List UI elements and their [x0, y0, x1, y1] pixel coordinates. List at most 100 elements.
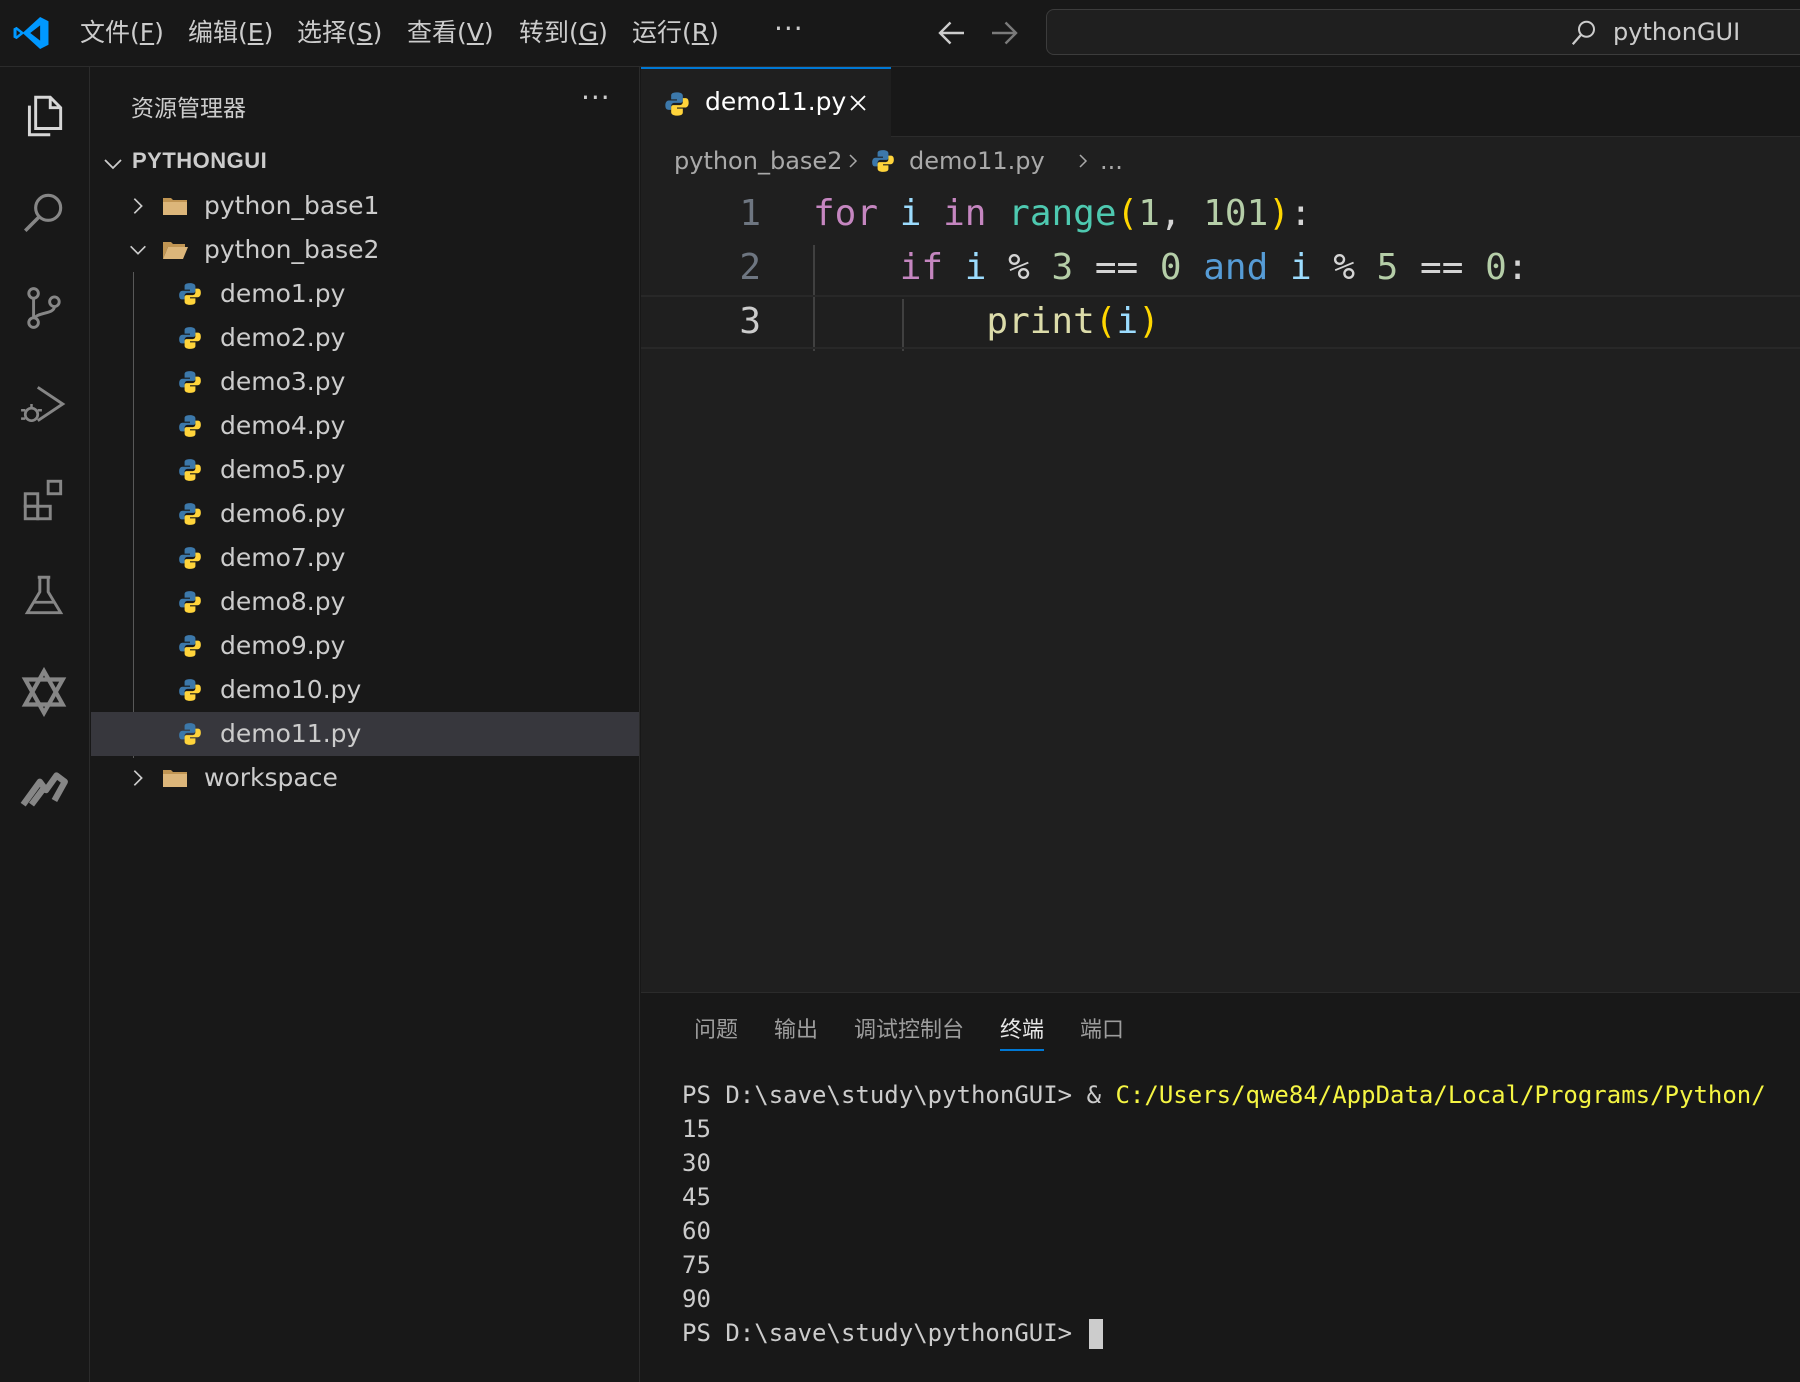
panel-tab[interactable]: 端口	[1080, 1015, 1124, 1047]
workspace-root-row[interactable]: PYTHONGUI	[91, 143, 639, 183]
menu-item[interactable]: 选择(S)	[297, 14, 382, 52]
python-file-icon	[179, 415, 201, 437]
explorer-icon[interactable]	[19, 91, 69, 141]
extensions-icon[interactable]	[19, 475, 69, 525]
tree-item-folder[interactable]: python_base1	[91, 184, 639, 228]
code-token: :	[1506, 247, 1529, 288]
tree-item-label: demo4.py	[220, 411, 346, 440]
marscode-icon[interactable]	[19, 763, 69, 813]
code-token: range	[1008, 193, 1117, 234]
search-icon	[1571, 20, 1595, 45]
bottom-panel: 问题 输出 调试控制台 终端 端口 PS D:\save\study\pythonGUI…	[641, 992, 1800, 1382]
menu-item[interactable]: 查看(V)	[407, 14, 494, 52]
testing-icon[interactable]	[19, 571, 69, 621]
tree-item-label: demo5.py	[220, 455, 346, 484]
code-token: :	[1289, 193, 1312, 234]
tree-item-file[interactable]: demo7.py	[91, 536, 639, 580]
tree-item-file[interactable]: demo6.py	[91, 492, 639, 536]
vscode-logo-icon	[13, 17, 49, 49]
menu-item[interactable]: 转到(G)	[519, 14, 608, 52]
run-debug-icon[interactable]	[19, 379, 69, 429]
code-line[interactable]: 2 if i % 3 == 0 and i % 5 == 0:	[641, 241, 1800, 295]
menu-item[interactable]: 编辑(E)	[188, 14, 273, 52]
editor-area: demo11.py python_base2 demo11.py ... 1 fo…	[641, 67, 1800, 992]
workspace-root-label: PYTHONGUI	[132, 148, 268, 173]
tree-item-label: demo3.py	[220, 367, 346, 396]
breadcrumb-file[interactable]: demo11.py	[909, 144, 1045, 178]
tree-item-file[interactable]: demo11.py	[91, 712, 639, 756]
line-number: 1	[739, 193, 761, 234]
code-token: if	[899, 247, 944, 288]
breadcrumb-symbols[interactable]: ...	[1100, 144, 1123, 178]
tree-item-file[interactable]: demo3.py	[91, 360, 639, 404]
code-line[interactable]: 1 for i in range(1, 101):	[641, 187, 1800, 241]
panel-tab[interactable]: 终端	[1000, 1015, 1044, 1047]
code-token: )	[1138, 301, 1160, 342]
code-text: for i in range(1, 101):	[813, 187, 1312, 241]
folder-icon	[163, 770, 187, 787]
python-file-icon	[179, 283, 201, 305]
command-center-search[interactable]: pythonGUI	[1046, 9, 1800, 55]
source-control-icon[interactable]	[19, 283, 69, 333]
tree-item-folder[interactable]: python_base2	[91, 228, 639, 272]
panel-tab[interactable]: 输出	[774, 1015, 818, 1047]
arrow-left-icon[interactable]	[934, 15, 970, 51]
tree-item-folder[interactable]: workspace	[91, 756, 639, 800]
arrow-right-icon[interactable]	[986, 15, 1022, 51]
code-token: ,	[1159, 193, 1204, 234]
terminal-output-line: 30	[682, 1149, 711, 1177]
close-icon[interactable]	[846, 91, 870, 115]
chevron-right-icon	[1079, 154, 1088, 168]
code-token: for	[813, 193, 879, 234]
code-token: i	[1116, 301, 1139, 342]
ai-assistant-icon[interactable]	[19, 667, 69, 717]
tree-item-file[interactable]: demo4.py	[91, 404, 639, 448]
tree-item-label: workspace	[204, 763, 338, 792]
panel-tab[interactable]: 问题	[694, 1015, 738, 1047]
terminal[interactable]: PS D:\save\study\pythonGUI> & C:/Users/q…	[682, 1078, 1792, 1350]
chevron-down-icon	[130, 245, 146, 255]
terminal-command-line: PS D:\save\study\pythonGUI> & C:/Users/q…	[682, 1078, 1792, 1112]
tree-item-file[interactable]: demo2.py	[91, 316, 639, 360]
code-line[interactable]: 3 print(i)	[641, 295, 1800, 349]
menu-item-accesskey: G	[578, 18, 599, 47]
menu-item[interactable]: 文件(F)	[80, 14, 164, 52]
menu-more-button[interactable]: ···	[774, 12, 804, 45]
code-text: print(i)	[813, 297, 1160, 347]
menu-item-accesskey: F	[139, 18, 155, 47]
python-file-icon	[179, 635, 201, 657]
terminal-output-line: 15	[682, 1115, 711, 1143]
python-file-icon	[872, 150, 894, 172]
python-file-icon	[179, 679, 201, 701]
menu-item[interactable]: 运行(R)	[632, 14, 719, 52]
menu-item-accesskey: R	[691, 18, 710, 47]
tree-item-file[interactable]: demo5.py	[91, 448, 639, 492]
tree-item-file[interactable]: demo10.py	[91, 668, 639, 712]
tree-item-file[interactable]: demo9.py	[91, 624, 639, 668]
breadcrumb-folder[interactable]: python_base2	[674, 144, 842, 178]
tree-item-file[interactable]: demo1.py	[91, 272, 639, 316]
terminal-command-prefix: &	[1086, 1081, 1116, 1109]
editor-tab-bar: demo11.py	[641, 67, 1800, 137]
sidebar-more-button[interactable]: ···	[581, 81, 611, 114]
chevron-right-icon	[133, 770, 143, 786]
code-token: print	[986, 301, 1095, 342]
menu-item-label-end: )	[483, 18, 494, 47]
python-file-icon	[179, 547, 201, 569]
tab-demo11[interactable]: demo11.py	[641, 67, 891, 137]
code-token: and	[1203, 247, 1269, 288]
tree-item-label: demo2.py	[220, 323, 346, 352]
code-token: i	[1289, 247, 1312, 288]
search-icon[interactable]	[19, 187, 69, 237]
tree-item-file[interactable]: demo8.py	[91, 580, 639, 624]
panel-tab[interactable]: 调试控制台	[854, 1015, 964, 1047]
terminal-prompt: PS D:\save\study\pythonGUI>	[682, 1081, 1087, 1109]
menu-item-label-end: )	[154, 18, 164, 47]
menu-item-label-end: )	[263, 18, 274, 47]
tree-item-label: demo10.py	[220, 675, 362, 704]
